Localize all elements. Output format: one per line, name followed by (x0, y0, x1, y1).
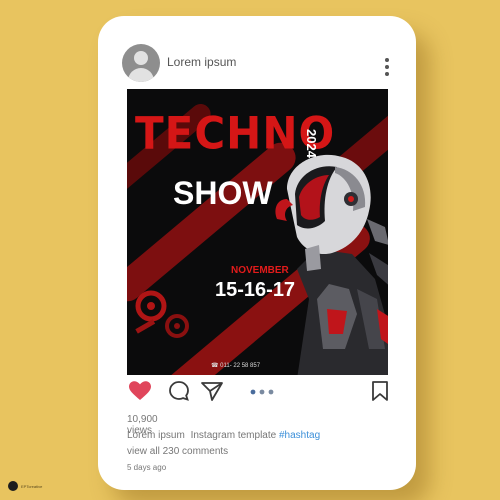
gears-graphic (135, 290, 189, 338)
comment-icon[interactable] (168, 380, 190, 402)
more-vertical-icon[interactable] (384, 58, 390, 80)
poster-month: NOVEMBER (231, 265, 289, 276)
caption-username[interactable]: Lorem ipsum (127, 430, 185, 441)
more-dot (385, 72, 389, 76)
avatar-body (128, 68, 154, 82)
bookmark-icon[interactable] (371, 380, 389, 402)
avatar-head (134, 51, 148, 65)
poster-dates: 15-16-17 (215, 279, 296, 301)
avatar[interactable] (122, 44, 160, 82)
poster-phone: ☎ 011- 22 58 857 (211, 363, 261, 369)
hashtag-link[interactable]: #hashtag (279, 430, 320, 441)
carousel-dots-icon (250, 389, 274, 395)
post-image[interactable]: TECHNO 2024 SHOW NOVEMBER 15-16-17 ☎ 011… (127, 89, 388, 375)
poster-subtitle: SHOW (173, 175, 273, 211)
send-icon[interactable] (200, 380, 224, 402)
more-dot (385, 65, 389, 69)
robot-illustration (275, 154, 388, 375)
more-dot (385, 58, 389, 62)
username[interactable]: Lorem ipsum (167, 55, 236, 69)
timestamp: 5 days ago (127, 463, 167, 472)
view-comments-link[interactable]: view all 230 comments (127, 446, 228, 457)
phone-frame: Lorem ipsum TECHNO 2024 SHOW NOVEMBER 15… (98, 16, 416, 490)
watermark-logo (8, 481, 18, 491)
post-actions (128, 380, 390, 406)
post-header: Lorem ipsum (122, 44, 396, 84)
watermark-text: EPTcreative (21, 484, 43, 489)
caption-text: Instagram template (190, 430, 277, 441)
heart-icon[interactable] (128, 380, 152, 402)
caption: Lorem ipsum Instagram template #hashtag (127, 430, 320, 441)
poster-year: 2024 (304, 129, 319, 158)
